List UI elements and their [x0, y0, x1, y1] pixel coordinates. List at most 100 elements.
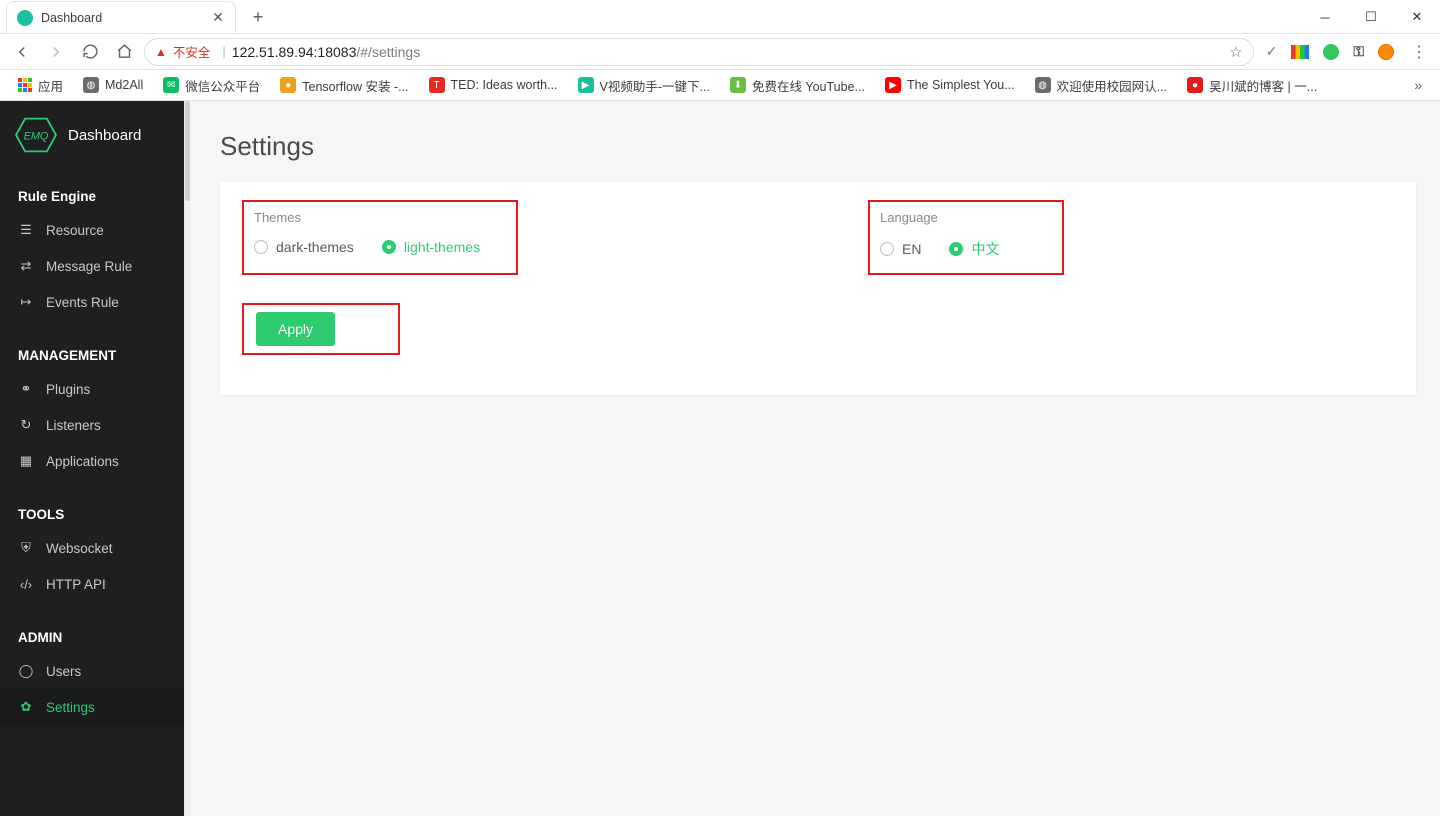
- arrow-right-icon: ↦: [18, 294, 34, 310]
- radio-zh[interactable]: 中文: [949, 239, 999, 259]
- green-ext-icon[interactable]: [1323, 44, 1339, 60]
- wechat-icon: ✉: [163, 77, 179, 93]
- apps-button[interactable]: 应用: [10, 72, 71, 99]
- tab-title: Dashboard: [41, 11, 201, 25]
- sidebar-section-tools: TOOLS ⛨Websocket ‹/›HTTP API: [0, 487, 184, 610]
- bookmark-item[interactable]: ●吴川斌的博客 | 一...: [1179, 72, 1325, 99]
- python-icon: ●: [280, 77, 296, 93]
- radio-dark-themes[interactable]: dark-themes: [254, 239, 354, 255]
- sidebar-item-settings[interactable]: ✿Settings: [0, 689, 184, 725]
- sidebar-header: MANAGEMENT: [0, 336, 184, 371]
- brand-label: Dashboard: [68, 127, 141, 144]
- themes-radios: dark-themes light-themes: [254, 239, 506, 255]
- new-tab-button[interactable]: +: [244, 3, 272, 31]
- bookmark-item[interactable]: ●Tensorflow 安装 -...: [272, 72, 416, 99]
- blog-icon: ●: [1187, 77, 1203, 93]
- browser-tab[interactable]: Dashboard ✕: [6, 1, 236, 33]
- gear-icon: ✿: [18, 699, 34, 715]
- radio-en[interactable]: EN: [880, 241, 921, 257]
- sidebar-item-plugins[interactable]: ⚭Plugins: [0, 371, 184, 407]
- bookmark-item[interactable]: ▶V视频助手-一键下...: [570, 72, 718, 99]
- refresh-icon: ↻: [18, 417, 34, 433]
- radio-ring-icon: [880, 242, 894, 256]
- orange-ext-icon[interactable]: [1378, 44, 1394, 60]
- extension-icons: ✓ ⚿: [1260, 43, 1400, 60]
- key-icon[interactable]: ⚿: [1353, 43, 1364, 60]
- sidebar-item-resource[interactable]: ☰Resource: [0, 212, 184, 248]
- address-field[interactable]: ▲ 不安全 | 122.51.89.94:18083 /#/settings ☆: [144, 38, 1254, 66]
- bookmark-item[interactable]: ⬇免费在线 YouTube...: [722, 72, 873, 99]
- main-content: Settings Themes dark-themes light-themes…: [190, 101, 1440, 816]
- language-label: Language: [880, 210, 1052, 225]
- insecure-label: 不安全: [173, 42, 211, 61]
- user-icon: ◯: [18, 663, 34, 679]
- sidebar-header: ADMIN: [0, 618, 184, 653]
- check-icon[interactable]: ✓: [1266, 43, 1278, 60]
- sidebar-item-listeners[interactable]: ↻Listeners: [0, 407, 184, 443]
- tab-strip: Dashboard ✕ + ─ ☐ ✕: [0, 0, 1440, 34]
- bookmarks-bar: 应用 ◍Md2All ✉微信公众平台 ●Tensorflow 安装 -... T…: [0, 70, 1440, 101]
- download-icon: ⬇: [730, 77, 746, 93]
- grid-icon: ▦: [18, 453, 34, 469]
- shield-icon: ⛨: [18, 540, 34, 556]
- shuffle-icon: ⇄: [18, 258, 34, 274]
- browser-chrome: Dashboard ✕ + ─ ☐ ✕ ▲ 不安全 | 122.51.89.94…: [0, 0, 1440, 101]
- sidebar-item-applications[interactable]: ▦Applications: [0, 443, 184, 479]
- window-controls: ─ ☐ ✕: [1302, 0, 1440, 34]
- svg-text:EMQ: EMQ: [24, 131, 49, 143]
- page-title: Settings: [220, 131, 1416, 162]
- themes-label: Themes: [254, 210, 506, 225]
- bookmark-item[interactable]: ▶The Simplest You...: [877, 73, 1023, 97]
- plug-icon: ⚭: [18, 381, 34, 397]
- sidebar-item-events-rule[interactable]: ↦Events Rule: [0, 284, 184, 320]
- radio-ring-icon: [382, 240, 396, 254]
- settings-card: Themes dark-themes light-themes Language…: [220, 182, 1416, 395]
- list-icon: ☰: [18, 222, 34, 238]
- sidebar-section-rule-engine: Rule Engine ☰Resource ⇄Message Rule ↦Eve…: [0, 169, 184, 328]
- warning-icon: ▲: [155, 45, 167, 59]
- radio-ring-icon: [949, 242, 963, 256]
- sidebar: EMQ Dashboard Rule Engine ☰Resource ⇄Mes…: [0, 101, 184, 816]
- bookmark-star-icon[interactable]: ☆: [1229, 43, 1242, 61]
- language-radios: EN 中文: [880, 239, 1052, 259]
- minimize-icon[interactable]: ─: [1302, 0, 1348, 34]
- sidebar-item-users[interactable]: ◯Users: [0, 653, 184, 689]
- bookmark-item[interactable]: ◍欢迎使用校园网认...: [1027, 72, 1175, 99]
- sidebar-item-http-api[interactable]: ‹/›HTTP API: [0, 566, 184, 602]
- close-window-icon[interactable]: ✕: [1394, 0, 1440, 34]
- bookmark-item[interactable]: ✉微信公众平台: [155, 72, 268, 99]
- globe-icon: ◍: [1035, 77, 1051, 93]
- apply-group: Apply: [242, 303, 400, 355]
- scrollbar-thumb[interactable]: [185, 101, 190, 201]
- home-icon[interactable]: [110, 38, 138, 66]
- themes-group: Themes dark-themes light-themes: [242, 200, 518, 275]
- video-icon: ▶: [578, 77, 594, 93]
- sidebar-scrollbar[interactable]: [184, 101, 190, 816]
- bookmark-item[interactable]: ◍Md2All: [75, 73, 151, 97]
- divider: |: [222, 44, 225, 59]
- tab-favicon: [17, 10, 33, 26]
- bookmark-item[interactable]: TTED: Ideas worth...: [421, 73, 566, 97]
- brand[interactable]: EMQ Dashboard: [0, 101, 184, 169]
- youtube-icon: ▶: [885, 77, 901, 93]
- address-bar: ▲ 不安全 | 122.51.89.94:18083 /#/settings ☆…: [0, 34, 1440, 70]
- bookmarks-overflow-icon[interactable]: »: [1406, 77, 1430, 93]
- apply-button[interactable]: Apply: [256, 312, 335, 346]
- sidebar-item-message-rule[interactable]: ⇄Message Rule: [0, 248, 184, 284]
- back-icon[interactable]: [8, 38, 36, 66]
- radio-light-themes[interactable]: light-themes: [382, 239, 480, 255]
- hex-logo-icon: EMQ: [14, 115, 58, 155]
- close-icon[interactable]: ✕: [211, 11, 225, 25]
- browser-menu-icon[interactable]: ⋮: [1406, 42, 1432, 62]
- app-root: EMQ Dashboard Rule Engine ☰Resource ⇄Mes…: [0, 101, 1440, 816]
- maximize-icon[interactable]: ☐: [1348, 0, 1394, 34]
- reload-icon[interactable]: [76, 38, 104, 66]
- sidebar-section-management: MANAGEMENT ⚭Plugins ↻Listeners ▦Applicat…: [0, 328, 184, 487]
- apps-label: 应用: [38, 76, 63, 95]
- settings-row: Themes dark-themes light-themes Language…: [242, 200, 1394, 275]
- sidebar-item-websocket[interactable]: ⛨Websocket: [0, 530, 184, 566]
- sidebar-header: Rule Engine: [0, 177, 184, 212]
- forward-icon[interactable]: [42, 38, 70, 66]
- stripe-ext-icon[interactable]: [1291, 45, 1309, 59]
- url-path: /#/settings: [356, 44, 420, 60]
